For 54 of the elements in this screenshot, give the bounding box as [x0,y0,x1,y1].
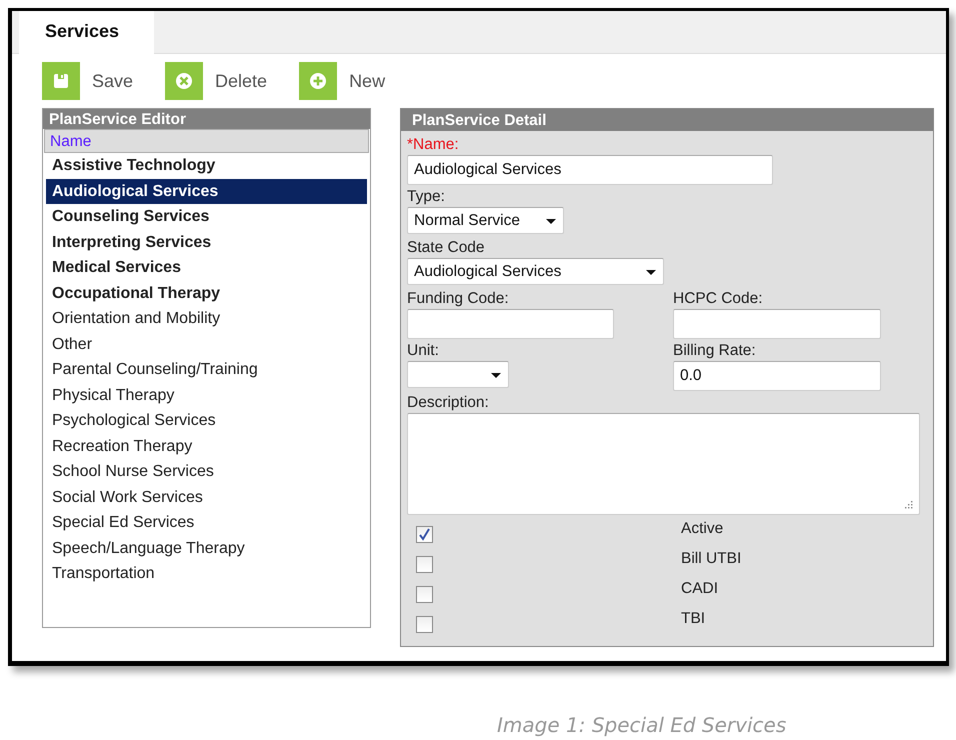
field-label: Unit: [407,342,439,359]
list-item[interactable]: Occupational Therapy [46,280,367,306]
caret-icon [490,370,502,378]
list-item[interactable]: Parental Counseling/Training [46,357,367,382]
field-label: HCPC Code: [673,290,763,307]
column-header[interactable]: Name [44,129,369,153]
caret-icon [645,268,657,276]
list-item[interactable]: Audiological Services [46,178,367,204]
dropdown[interactable]: Audiological Services [407,258,664,285]
resize-grip-icon [904,500,913,509]
field-label: Billing Rate: [673,342,756,359]
checkbox[interactable] [416,526,433,543]
field-label: Description: [407,394,489,411]
save-button[interactable]: Save [42,61,134,101]
list-item[interactable]: Orientation and Mobility [46,306,367,332]
delete-button[interactable]: Delete [165,61,268,101]
list-item[interactable]: Special Ed Services [46,510,367,536]
checkbox[interactable] [416,556,433,573]
input-field[interactable] [673,309,881,339]
checkbox-label: Active [681,520,724,538]
image-caption: Image 1: Special Ed Services [497,713,786,737]
list-item[interactable]: Assistive Technology [46,153,367,178]
checkbox-label: CADI [681,580,718,598]
checkbox-label: Bill UTBI [681,550,742,568]
list-item[interactable]: Medical Services [46,255,367,280]
caret-icon [545,216,557,224]
panel-header: PlanService Detail [401,109,933,131]
panel-header: PlanService Editor [43,109,370,129]
field-label: Funding Code: [407,290,509,307]
checkbox[interactable] [416,616,433,633]
checkmark-icon [418,528,431,541]
list-item[interactable]: Social Work Services [46,484,367,510]
description-field[interactable] [407,413,920,515]
tab[interactable]: Services [19,11,154,54]
list-item[interactable]: Recreation Therapy [46,434,367,459]
input-field[interactable]: Audiological Services [407,155,773,185]
dropdown[interactable] [407,361,509,388]
list-item[interactable]: Other [46,332,367,357]
list-item[interactable]: Counseling Services [46,204,367,230]
list-item[interactable]: School Nurse Services [46,459,367,484]
input-field[interactable] [407,309,614,339]
list-item[interactable]: Physical Therapy [46,382,367,408]
field-label: State Code [407,239,485,256]
field-label: Type: [407,188,445,205]
list-item[interactable]: Transportation [46,561,367,586]
checkbox[interactable] [416,586,433,603]
dropdown[interactable]: Normal Service [407,207,564,234]
input-field[interactable]: 0.0 [673,361,881,391]
new-button[interactable]: New [299,61,386,101]
list-item[interactable]: Psychological Services [46,408,367,434]
field-label: *Name: [407,136,459,153]
list-item[interactable]: Speech/Language Therapy [46,536,367,561]
list-item[interactable]: Interpreting Services [46,230,367,255]
checkbox-label: TBI [681,610,706,628]
